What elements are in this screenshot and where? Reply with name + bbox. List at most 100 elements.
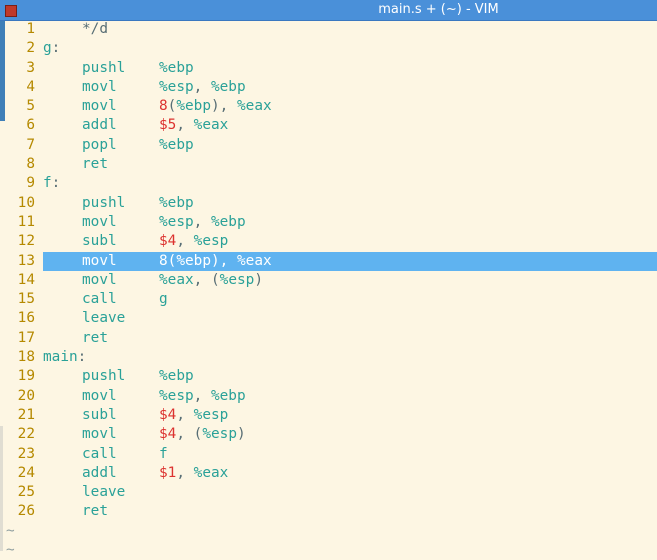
code-line[interactable]: 18 main: (0, 348, 657, 367)
line-number: 18 (17, 349, 35, 366)
code-line[interactable]: 7 popl %ebp (0, 136, 657, 155)
code-line[interactable]: 21 subl $4, %esp (0, 406, 657, 425)
cursor-line[interactable]: 13 movl 8(%ebp), %eax (0, 251, 657, 271)
operands: 8(%ebp), %eax (159, 97, 272, 116)
line-text[interactable]: leave (43, 309, 657, 328)
line-text[interactable]: call g (43, 290, 657, 309)
label-name: main (43, 349, 78, 366)
operand-reg: %ebp (176, 252, 211, 269)
code-line[interactable]: 10 pushl %ebp (0, 194, 657, 213)
line-number: 19 (17, 368, 35, 385)
editor-buffer[interactable]: 1 */d 2 g: 3 pushl %ebp 4 movl %esp, %ebp 5 movl 8(%… (0, 20, 657, 560)
code-line[interactable]: 16 leave (0, 309, 657, 328)
line-text[interactable]: main: (43, 348, 657, 367)
instruction-mnemonic: ret (82, 156, 108, 173)
instruction-mnemonic: movl (82, 271, 117, 288)
empty-line-marker: ~ (6, 522, 15, 539)
code-line[interactable]: 1 */d (0, 20, 657, 39)
operand-reg: %eax (159, 271, 194, 288)
line-number: 3 (26, 59, 35, 76)
code-line[interactable]: 3 pushl %ebp (0, 59, 657, 78)
operands: $5, %eax (159, 116, 228, 135)
line-text[interactable]: pushl %ebp (43, 59, 657, 78)
line-text[interactable]: movl %eax, (%esp) (43, 271, 657, 290)
operand-reg: %esp (193, 233, 229, 250)
line-text[interactable]: leave (43, 483, 657, 502)
operand-plain: , ( (193, 271, 220, 288)
instruction-mnemonic: movl (82, 252, 117, 269)
code-line[interactable]: 4 movl %esp, %ebp (0, 78, 657, 97)
operand-reg: %eax (193, 464, 229, 481)
line-number: 6 (26, 117, 35, 134)
instruction-mnemonic: subl (82, 233, 117, 250)
line-text[interactable]: subl $4, %esp (43, 406, 657, 425)
code-line[interactable]: 11 movl %esp, %ebp (0, 213, 657, 232)
operands: %ebp (159, 59, 194, 78)
code-line[interactable]: 2 g: (0, 39, 657, 58)
code-line[interactable]: 24 addl $1, %eax (0, 464, 657, 483)
comment-text: */d (82, 21, 108, 37)
code-line[interactable]: 26 ret (0, 502, 657, 521)
code-line[interactable]: 14 movl %eax, (%esp) (0, 271, 657, 290)
line-text[interactable]: movl %esp, %ebp (43, 387, 657, 406)
line-text[interactable]: ret (43, 329, 657, 348)
operand-plain: ), (211, 98, 237, 115)
label-name: g (43, 40, 52, 57)
operand-imm: $4 (159, 426, 177, 443)
operand-imm: 8 (159, 98, 168, 115)
code-line[interactable]: 22 movl $4, (%esp) (0, 425, 657, 444)
line-text[interactable]: ret (43, 502, 657, 521)
operand-reg: %ebp (159, 59, 194, 76)
code-line[interactable]: 6 addl $5, %eax (0, 116, 657, 135)
code-line[interactable]: 5 movl 8(%ebp), %eax (0, 97, 657, 116)
operand-imm: 8 (159, 252, 168, 269)
operand-reg: %eax (237, 98, 272, 115)
code-line[interactable]: 8 ret (0, 155, 657, 174)
code-line[interactable]: 17 ret (0, 329, 657, 348)
code-line[interactable]: 12 subl $4, %esp (0, 232, 657, 251)
line-number: 23 (17, 445, 35, 462)
code-line[interactable]: 9 f: (0, 174, 657, 193)
operands: %ebp (159, 136, 194, 155)
line-text[interactable]: movl %esp, %ebp (43, 213, 657, 232)
line-number: 5 (26, 98, 35, 115)
line-text[interactable]: f: (43, 174, 657, 193)
operands: %esp, %ebp (159, 78, 246, 97)
line-text[interactable]: pushl %ebp (43, 367, 657, 386)
line-number: 20 (17, 387, 35, 404)
code-line[interactable]: 25 leave (0, 483, 657, 502)
line-text[interactable]: popl %ebp (43, 136, 657, 155)
line-text[interactable]: movl 8(%ebp), %eax (43, 251, 657, 271)
instruction-mnemonic: ret (82, 503, 108, 520)
line-text[interactable]: addl $5, %eax (43, 116, 657, 135)
operands: %ebp (159, 367, 194, 386)
operand-plain: ) (254, 271, 263, 288)
operands: %ebp (159, 194, 194, 213)
line-text[interactable]: movl $4, (%esp) (43, 425, 657, 444)
code-line[interactable]: 23 call f (0, 445, 657, 464)
line-text[interactable]: */d (43, 20, 657, 39)
code-line[interactable]: 19 pushl %ebp (0, 367, 657, 386)
operand-reg: f (159, 445, 168, 462)
line-number: 12 (17, 233, 35, 250)
window-title: main.s + (~) - VIM (378, 2, 499, 17)
line-number: 22 (17, 426, 35, 443)
line-text[interactable]: g: (43, 39, 657, 58)
operand-plain: , (176, 117, 194, 134)
line-text[interactable]: movl %esp, %ebp (43, 78, 657, 97)
code-line[interactable]: 20 movl %esp, %ebp (0, 387, 657, 406)
operand-plain: , (176, 233, 194, 250)
instruction-mnemonic: pushl (82, 368, 126, 385)
line-text[interactable]: addl $1, %eax (43, 464, 657, 483)
operand-plain: , (176, 406, 194, 423)
line-number: 11 (17, 213, 35, 230)
operands: $4, %esp (159, 406, 228, 425)
operand-reg: %ebp (210, 387, 246, 404)
line-text[interactable]: ret (43, 155, 657, 174)
line-text[interactable]: subl $4, %esp (43, 232, 657, 251)
line-text[interactable]: call f (43, 445, 657, 464)
line-text[interactable]: pushl %ebp (43, 194, 657, 213)
window-titlebar[interactable]: main.s + (~) - VIM (0, 0, 657, 21)
line-text[interactable]: movl 8(%ebp), %eax (43, 97, 657, 116)
code-line[interactable]: 15 call g (0, 290, 657, 309)
